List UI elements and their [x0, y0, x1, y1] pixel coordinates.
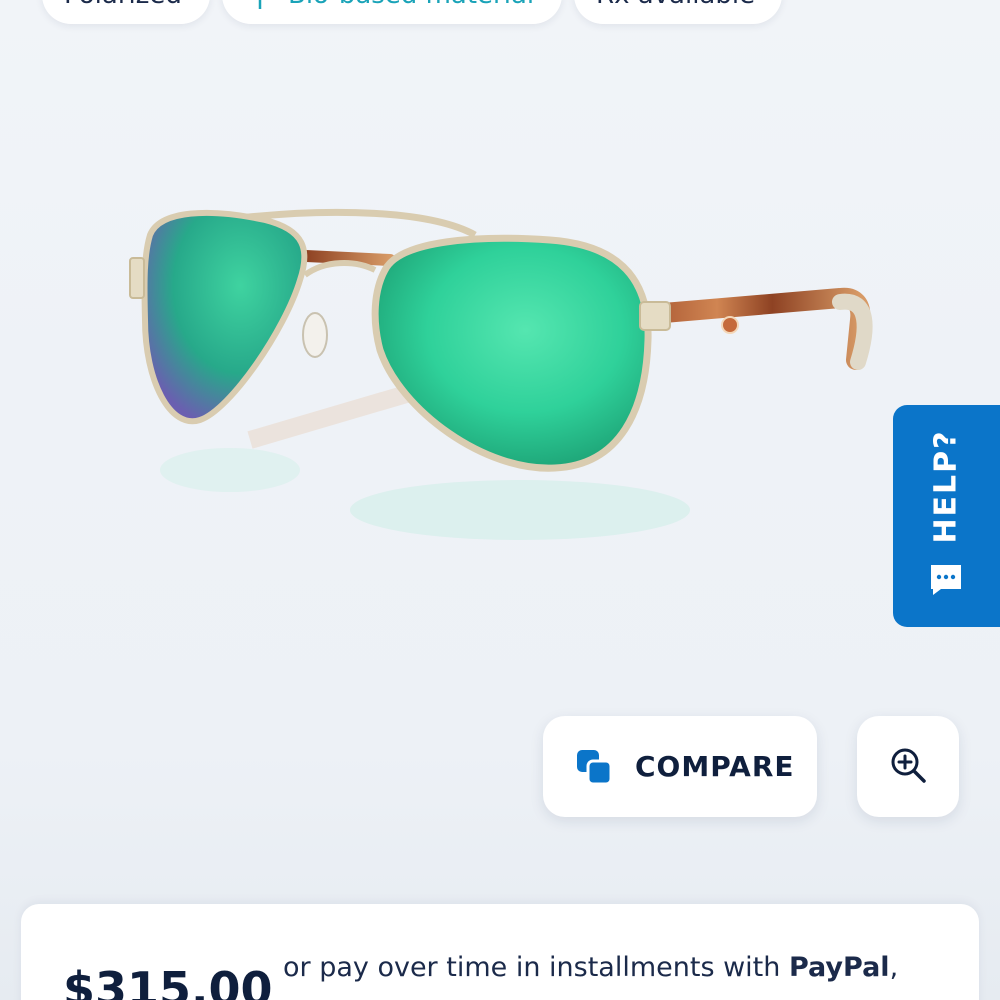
feature-chip-label: Rx available: [596, 0, 755, 10]
installments-text: or pay over time in installments with Pa…: [283, 952, 898, 983]
plant-icon: [244, 0, 276, 11]
price-card: $315.00 or pay over time in installments…: [21, 904, 979, 1000]
product-image[interactable]: [100, 180, 900, 560]
feature-chip-label: Bio-based material: [288, 0, 534, 10]
feature-chip-bio-based[interactable]: Bio-based material: [222, 0, 562, 24]
installments-suffix: ,: [889, 952, 899, 983]
compare-squares-icon: [575, 748, 613, 786]
chat-bubble-icon: [929, 563, 963, 597]
help-label: HELP?: [929, 428, 965, 544]
paypal-link[interactable]: PayPal: [789, 952, 890, 983]
compare-label: COMPARE: [635, 750, 795, 783]
zoom-in-icon: [889, 746, 927, 788]
installments-prefix: or pay over time in installments with: [283, 952, 789, 983]
help-tab[interactable]: HELP?: [893, 405, 1000, 627]
product-gallery: Polarized Bio-based material Rx availabl…: [0, 0, 1000, 1000]
feature-chip-label: Polarized: [64, 0, 182, 10]
product-price: $315.00: [63, 962, 273, 1000]
zoom-button[interactable]: [857, 716, 959, 817]
feature-chip-polarized[interactable]: Polarized: [42, 0, 210, 24]
feature-chip-rx[interactable]: Rx available: [574, 0, 782, 24]
compare-button[interactable]: COMPARE: [543, 716, 817, 817]
